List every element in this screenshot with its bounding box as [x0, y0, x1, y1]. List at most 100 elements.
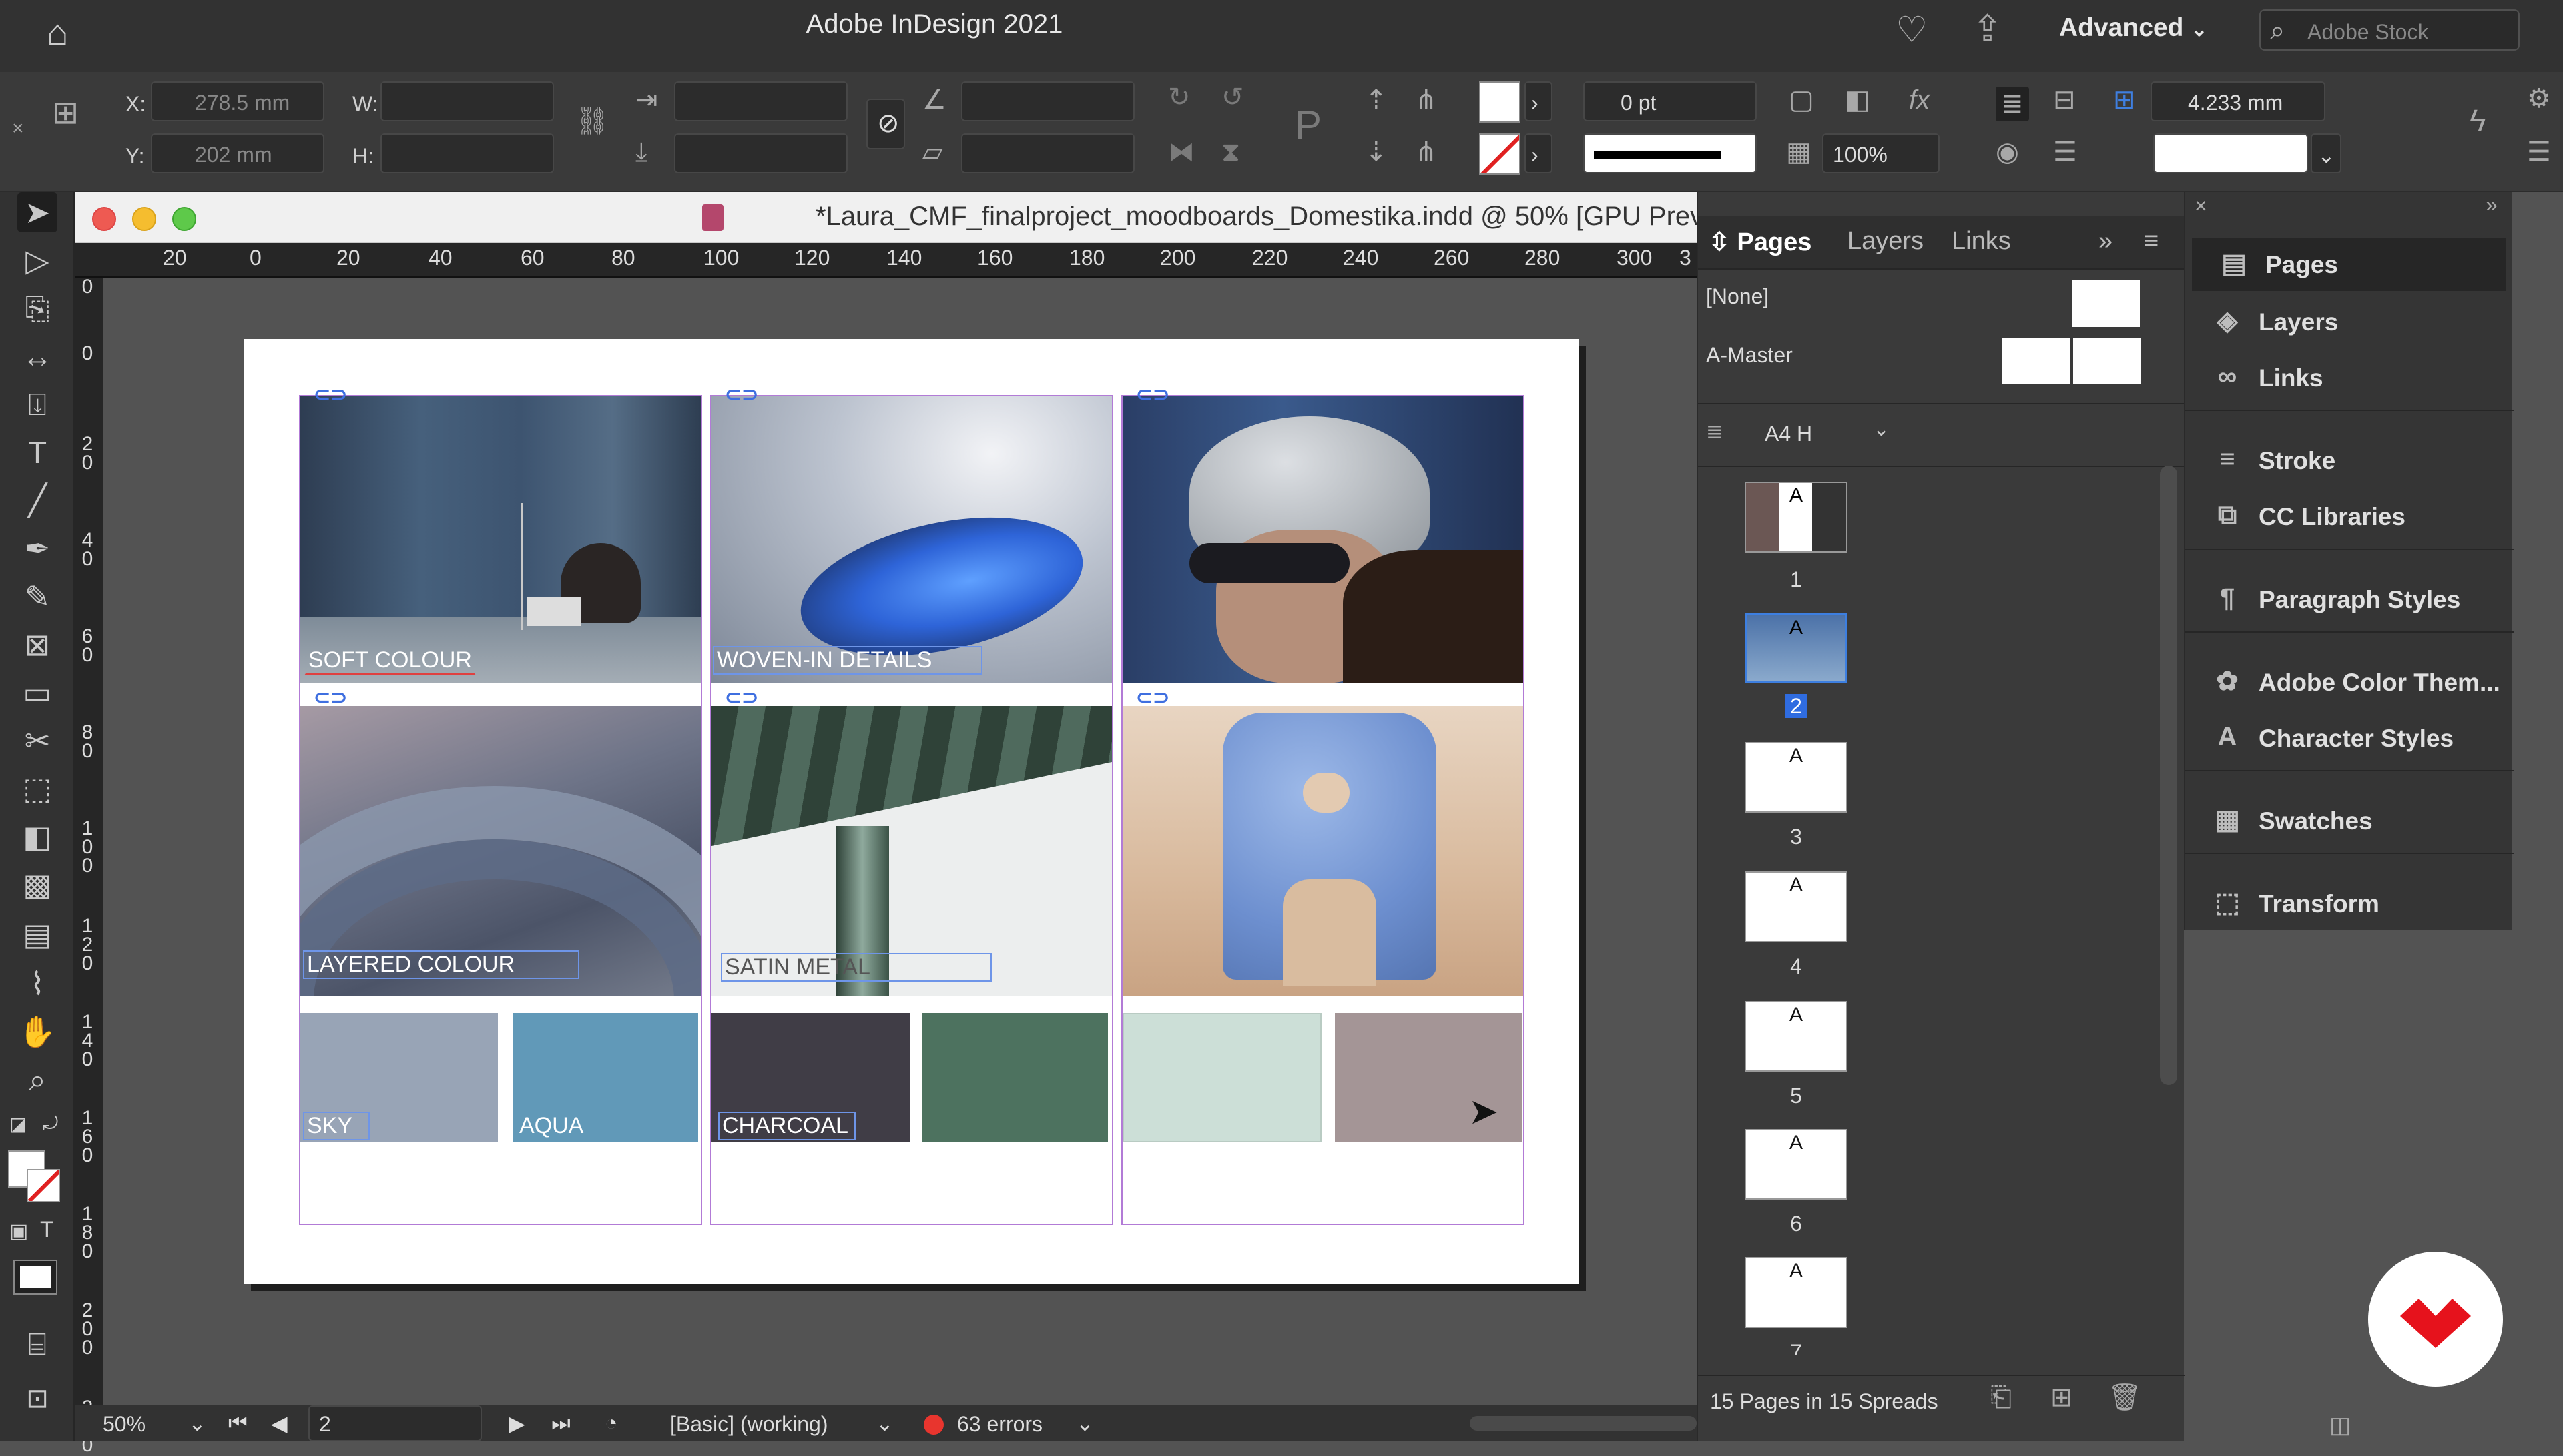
free-transform-tool-icon[interactable]: ⬚: [17, 769, 57, 809]
text-wrap-bbox-icon[interactable]: ⊟: [2053, 87, 2076, 113]
swatch-sky[interactable]: SKY: [300, 1013, 498, 1142]
close-dock-icon[interactable]: ×: [2195, 194, 2207, 218]
drop-shadow-icon[interactable]: ◧: [1845, 87, 1870, 113]
view-mode-normal-icon[interactable]: [13, 1260, 57, 1295]
image-satin-metal[interactable]: SATIN METAL: [711, 706, 1112, 996]
opacity-icon[interactable]: ▦: [1786, 139, 1811, 165]
scale-y-field[interactable]: [674, 133, 848, 173]
stroke-weight-field[interactable]: 0 pt: [1583, 81, 1757, 121]
eyedropper-tool-icon[interactable]: ⌇: [17, 964, 57, 1004]
image-layered-colour[interactable]: LAYERED COLOUR: [300, 706, 701, 996]
x-field[interactable]: 278.5 mm: [151, 81, 324, 121]
quick-actions-icon[interactable]: ϟ: [2470, 105, 2486, 136]
zoom-tool-icon[interactable]: ⌕: [17, 1060, 57, 1100]
stroke-color-icon[interactable]: [27, 1169, 60, 1202]
collapse-dock-icon[interactable]: »: [2486, 192, 2498, 217]
dock-swatches[interactable]: ▦ Swatches: [2185, 794, 2514, 847]
gpu-preview-icon[interactable]: ⊡: [17, 1379, 57, 1419]
swatch-label-sky[interactable]: SKY: [303, 1112, 370, 1140]
first-page-icon[interactable]: ⏮: [228, 1411, 248, 1436]
select-next-icon[interactable]: ⋔: [1415, 139, 1438, 165]
adobe-stock-search[interactable]: ⌕ Adobe Stock: [2259, 9, 2520, 51]
select-previous-icon[interactable]: ⋔: [1415, 87, 1438, 113]
image-woven-in-details[interactable]: WOVEN-IN DETAILS: [711, 396, 1112, 683]
dock-cc-libraries[interactable]: ⧉ CC Libraries: [2185, 490, 2514, 543]
stroke-type-dropdown[interactable]: [1583, 133, 1757, 173]
caption-woven-in-details[interactable]: WOVEN-IN DETAILS: [713, 646, 982, 675]
swatch-label-aqua[interactable]: AQUA: [515, 1112, 587, 1140]
rotate-angle-icon[interactable]: ∠: [922, 87, 946, 113]
text-wrap-none-icon[interactable]: ≣: [1996, 87, 2029, 121]
swatch-label-charcoal[interactable]: CHARCOAL: [718, 1112, 856, 1140]
new-page-icon[interactable]: ⊞: [2050, 1384, 2073, 1411]
page-thumb-4[interactable]: A: [1745, 871, 1847, 942]
dock-pages[interactable]: ▤ Pages: [2192, 238, 2506, 291]
stroke-menu-button[interactable]: ›: [1524, 133, 1552, 173]
link-badge-icon[interactable]: ⊂⊃: [725, 383, 758, 406]
swatch-charcoal[interactable]: CHARCOAL: [711, 1013, 910, 1142]
stroke-swatch[interactable]: [1479, 133, 1520, 175]
link-badge-icon[interactable]: ⊂⊃: [314, 383, 347, 406]
scale-x-icon[interactable]: ⇥: [635, 87, 658, 113]
panel-layout-icon[interactable]: ◫: [2329, 1412, 2351, 1439]
preflight-panel-icon[interactable]: ◔: [605, 1411, 617, 1435]
link-badge-icon[interactable]: ⊂⊃: [725, 686, 758, 709]
preflight-profile[interactable]: [Basic] (working): [670, 1412, 828, 1437]
swap-colors-icon[interactable]: ⤾: [43, 1113, 58, 1135]
delete-page-icon[interactable]: 🗑: [2108, 1384, 2142, 1411]
type-on-path-icon[interactable]: P: [1295, 105, 1322, 145]
home-icon[interactable]: ⌂: [47, 15, 69, 51]
minimize-window-button[interactable]: [132, 207, 156, 231]
dock-paragraph-styles[interactable]: ¶ Paragraph Styles: [2185, 573, 2514, 626]
stroke-style-dropdown[interactable]: ⌄: [2311, 133, 2341, 173]
grid-gutter-icon[interactable]: ⊞: [2113, 87, 2136, 113]
close-panel-icon[interactable]: ×: [12, 119, 24, 139]
drag-handle-icon[interactable]: ≣: [1706, 420, 1723, 444]
link-badge-icon[interactable]: ⊂⊃: [314, 686, 347, 709]
hand-tool-icon[interactable]: ✋: [17, 1012, 57, 1052]
dock-transform[interactable]: ⬚ Transform: [2185, 877, 2514, 930]
pencil-tool-icon[interactable]: ✎: [17, 577, 57, 617]
settings-gear-icon[interactable]: ⚙: [2527, 85, 2551, 112]
fill-swatch[interactable]: [1479, 81, 1520, 123]
last-page-icon[interactable]: ⏭: [551, 1411, 571, 1436]
constrain-proportions-icon[interactable]: ⛓: [575, 108, 609, 135]
page-thumb-5[interactable]: A: [1745, 1001, 1847, 1072]
profile-dropdown-icon[interactable]: ⌄: [876, 1411, 894, 1436]
zoom-level[interactable]: 50%: [103, 1412, 146, 1437]
selection-tool-icon[interactable]: ➤: [17, 192, 57, 232]
default-colors-icon[interactable]: ◪: [9, 1113, 27, 1135]
rotate-cw-icon[interactable]: ↻: [1168, 84, 1191, 111]
dock-adobe-color-themes[interactable]: ✿ Adobe Color Them...: [2185, 655, 2514, 709]
page-thumb-7[interactable]: A: [1745, 1257, 1847, 1328]
preflight-errors[interactable]: 63 errors: [957, 1412, 1043, 1437]
scale-y-icon[interactable]: ⤓: [635, 139, 647, 165]
pen-tool-icon[interactable]: ✒: [17, 528, 57, 569]
document-page[interactable]: SOFT COLOUR WOVEN-IN DETAILS LAYERED COL…: [244, 339, 1579, 1284]
tab-pages[interactable]: ⇳ Pages: [1709, 227, 1811, 257]
panel-menu-icon[interactable]: ≡: [2144, 227, 2159, 256]
expand-panel-icon[interactable]: »: [2098, 227, 2112, 256]
caption-satin-metal[interactable]: SATIN METAL: [721, 953, 992, 982]
reference-point-icon[interactable]: ⊞: [52, 97, 79, 129]
align-icon[interactable]: ☰: [2053, 139, 2077, 165]
vertical-ruler[interactable]: 0020406080100120140160180200220: [75, 277, 103, 1455]
page-number-field[interactable]: 2: [308, 1405, 482, 1441]
image-soft-colour[interactable]: SOFT COLOUR: [300, 396, 701, 683]
shear-angle-icon[interactable]: ▱: [922, 139, 943, 165]
transparency-icon[interactable]: ▢: [1789, 87, 1814, 113]
close-window-button[interactable]: [92, 207, 116, 231]
formatting-text-icon[interactable]: T: [40, 1217, 54, 1243]
rectangle-frame-tool-icon[interactable]: ⊠: [17, 625, 57, 665]
note-tool-icon[interactable]: ▤: [17, 914, 57, 954]
gradient-feather-tool-icon[interactable]: ▩: [17, 865, 57, 905]
caption-layered-colour[interactable]: LAYERED COLOUR: [303, 950, 579, 979]
select-container-icon[interactable]: ⇡: [1365, 87, 1388, 113]
zoom-window-button[interactable]: [172, 207, 196, 231]
image-helmet[interactable]: [1123, 396, 1523, 683]
page-thumb-3[interactable]: A: [1745, 742, 1847, 813]
scissors-tool-icon[interactable]: ✂: [17, 721, 57, 761]
scale-x-field[interactable]: [674, 81, 848, 121]
rectangle-tool-icon[interactable]: ▭: [17, 673, 57, 713]
dock-stroke[interactable]: ≡ Stroke: [2185, 434, 2514, 487]
